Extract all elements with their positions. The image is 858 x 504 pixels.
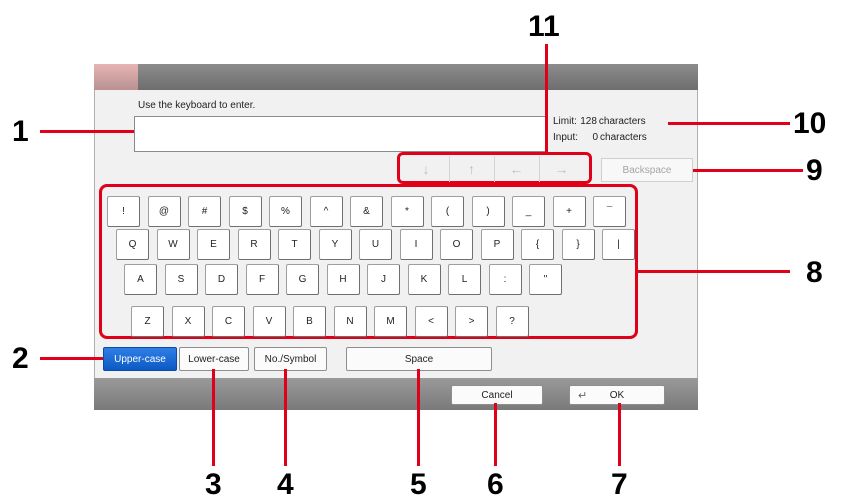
- key-r4-c7[interactable]: M: [374, 306, 407, 337]
- ok-button[interactable]: ↵ OK: [569, 385, 665, 405]
- ok-label: OK: [609, 389, 625, 401]
- callout-9: 9: [806, 154, 823, 187]
- callout-5-leader: [417, 369, 420, 466]
- callout-1: 1: [12, 115, 29, 148]
- key-r3-c1[interactable]: A: [124, 264, 157, 295]
- key-r2-c1[interactable]: Q: [116, 229, 149, 260]
- key-r3-c10[interactable]: :: [488, 264, 522, 295]
- input-counter: Input: 0 characters: [553, 132, 647, 143]
- callout-10-leader: [668, 122, 790, 125]
- cursor-down-icon[interactable]: ↓: [404, 156, 448, 182]
- key-r2-c3[interactable]: E: [197, 229, 230, 260]
- key-r2-c8[interactable]: I: [399, 229, 433, 260]
- key-r2-c5[interactable]: T: [278, 229, 311, 260]
- callout-7: 7: [611, 468, 628, 501]
- text-entry-field[interactable]: [134, 116, 546, 152]
- key-r1-c9[interactable]: (: [431, 196, 464, 227]
- callout-8: 8: [806, 256, 823, 289]
- cursor-left-icon[interactable]: ←: [494, 156, 538, 182]
- key-r3-c2[interactable]: S: [164, 264, 198, 295]
- key-r3-c3[interactable]: D: [205, 264, 238, 295]
- key-r2-c6[interactable]: Y: [318, 229, 352, 260]
- key-r4-c8[interactable]: <: [414, 306, 448, 337]
- enter-icon: ↵: [578, 390, 588, 402]
- key-r2-c9[interactable]: O: [440, 229, 473, 260]
- callout-6-leader: [494, 403, 497, 466]
- limit-label: Limit:: [553, 116, 577, 127]
- callout-11: 11: [528, 10, 560, 43]
- callout-1-leader: [40, 130, 134, 133]
- key-r1-c12[interactable]: +: [552, 196, 586, 227]
- callout-4-leader: [284, 369, 287, 466]
- key-r2-c11[interactable]: {: [521, 229, 554, 260]
- key-r4-c6[interactable]: N: [333, 306, 367, 337]
- instruction-text: Use the keyboard to enter.: [138, 100, 256, 111]
- key-r2-c2[interactable]: W: [156, 229, 190, 260]
- callout-3-leader: [212, 369, 215, 466]
- key-r1-c1[interactable]: !: [107, 196, 140, 227]
- key-r3-c9[interactable]: L: [448, 264, 481, 295]
- cursor-up-icon[interactable]: ↑: [449, 156, 493, 182]
- keyboard-screen-illustration: Use the keyboard to enter. Limit: 128 char…: [0, 0, 858, 504]
- key-r4-c9[interactable]: >: [455, 306, 488, 337]
- input-count: 0: [592, 132, 599, 143]
- key-r3-c5[interactable]: G: [286, 264, 319, 295]
- lower-case-button[interactable]: Lower-case: [179, 347, 249, 371]
- callout-2-leader: [40, 357, 103, 360]
- key-r4-c5[interactable]: B: [293, 306, 326, 337]
- key-r2-c10[interactable]: P: [480, 229, 514, 260]
- dialog-title-bar: [94, 64, 698, 90]
- key-r3-c7[interactable]: J: [367, 264, 400, 295]
- callout-11-leader: [545, 44, 548, 152]
- key-r4-c4[interactable]: V: [252, 306, 286, 337]
- callout-7-leader: [618, 403, 621, 466]
- callout-10: 10: [793, 107, 827, 140]
- callout-9-leader: [693, 169, 803, 172]
- key-r3-c8[interactable]: K: [407, 264, 441, 295]
- backspace-button[interactable]: Backspace: [601, 158, 693, 182]
- callout-5: 5: [410, 468, 427, 501]
- key-r1-c6[interactable]: ^: [309, 196, 343, 227]
- limit-counter: Limit: 128 characters: [553, 116, 646, 127]
- cancel-button[interactable]: Cancel: [451, 385, 543, 405]
- key-r1-c4[interactable]: $: [228, 196, 262, 227]
- number-symbol-button[interactable]: No./Symbol: [254, 347, 327, 371]
- key-r1-c5[interactable]: %: [269, 196, 302, 227]
- limit-unit: characters: [598, 116, 646, 127]
- key-r4-c3[interactable]: C: [212, 306, 245, 337]
- key-r4-c10[interactable]: ?: [495, 306, 529, 337]
- callout-8-leader: [638, 270, 790, 273]
- callout-2: 2: [12, 342, 29, 375]
- key-r4-c2[interactable]: X: [171, 306, 205, 337]
- key-r1-c13[interactable]: ¯: [593, 196, 626, 227]
- callout-3: 3: [205, 468, 222, 501]
- space-button[interactable]: Space: [346, 347, 492, 371]
- key-r3-c6[interactable]: H: [326, 264, 360, 295]
- input-unit: characters: [600, 132, 647, 143]
- key-r1-c8[interactable]: *: [390, 196, 424, 227]
- key-r2-c4[interactable]: R: [237, 229, 271, 260]
- key-r3-c4[interactable]: F: [245, 264, 279, 295]
- input-label: Input:: [553, 132, 579, 143]
- callout-6: 6: [487, 468, 504, 501]
- upper-case-button[interactable]: Upper-case: [103, 347, 177, 371]
- key-r1-c7[interactable]: &: [350, 196, 383, 227]
- cursor-right-icon[interactable]: →: [539, 156, 583, 182]
- key-r4-c1[interactable]: Z: [131, 306, 164, 337]
- key-r3-c11[interactable]: ": [529, 264, 562, 295]
- key-r1-c2[interactable]: @: [147, 196, 181, 227]
- title-bar-accent: [94, 64, 138, 90]
- key-r1-c11[interactable]: _: [512, 196, 545, 227]
- key-r2-c7[interactable]: U: [359, 229, 392, 260]
- limit-value: 128: [580, 116, 597, 127]
- callout-4: 4: [277, 468, 294, 501]
- key-r2-c12[interactable]: }: [561, 229, 595, 260]
- key-r1-c3[interactable]: #: [188, 196, 221, 227]
- key-r2-c13[interactable]: |: [602, 229, 635, 260]
- key-r1-c10[interactable]: ): [471, 196, 505, 227]
